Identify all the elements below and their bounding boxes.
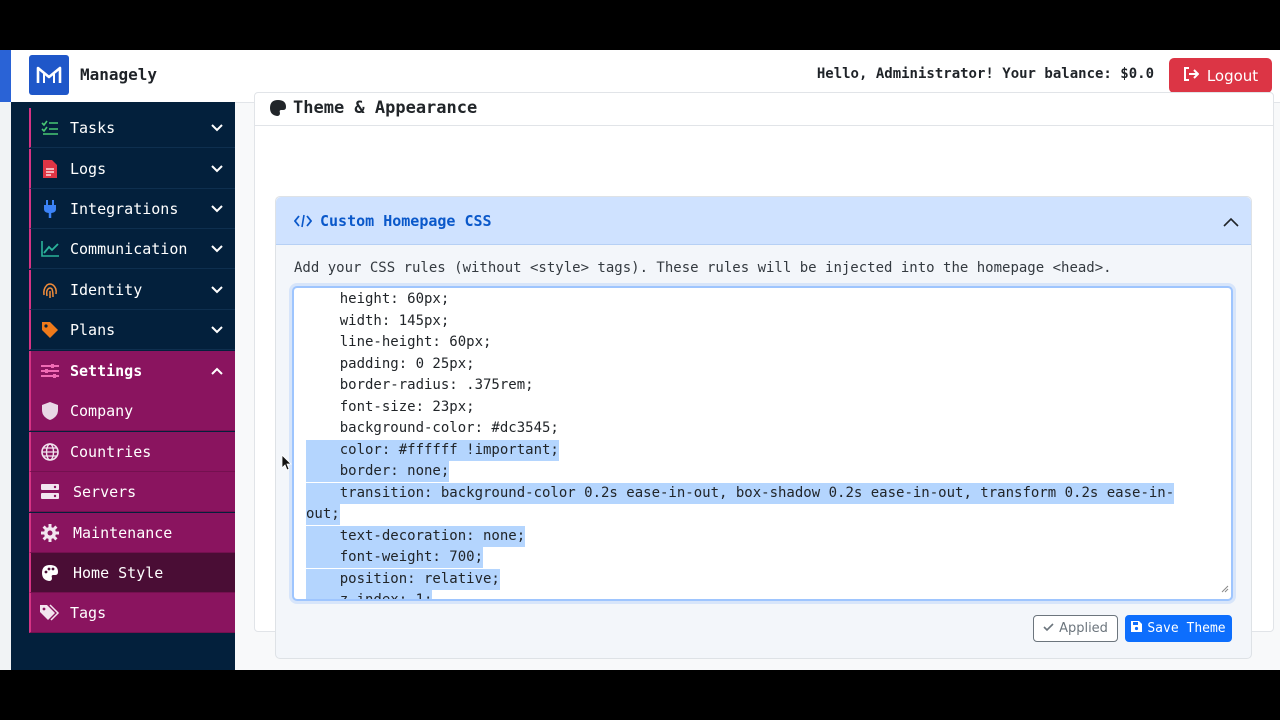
sidebar-subitem-company[interactable]: Company <box>29 391 235 431</box>
code-icon <box>294 214 312 228</box>
applied-label: Applied <box>1059 621 1108 636</box>
sidebar-item-identity[interactable]: Identity <box>29 270 235 310</box>
chevron-up-icon[interactable] <box>1223 212 1239 231</box>
accordion-header[interactable]: Custom Homepage CSS <box>276 197 1251 245</box>
app-screen: Managely Hello, Administrator! Your bala… <box>0 50 1280 670</box>
chevron-down-icon <box>211 325 223 334</box>
applied-button[interactable]: Applied <box>1033 615 1118 642</box>
code-line: padding: 0 25px; <box>306 355 475 372</box>
chevron-down-icon <box>211 204 223 213</box>
code-line-selected: text-decoration: none; <box>306 525 526 547</box>
tag-icon <box>39 319 61 341</box>
sign-out-icon <box>1183 66 1200 85</box>
sidebar-item-tasks[interactable]: Tasks <box>29 108 235 148</box>
sidebar-item-label: Identity <box>70 280 143 299</box>
resize-handle-icon[interactable] <box>1221 578 1229 597</box>
plug-icon <box>39 198 61 220</box>
sidebar-item-label: Integrations <box>70 199 179 218</box>
logout-label: Logout <box>1206 66 1259 85</box>
sidebar-item-integrations[interactable]: Integrations <box>29 189 235 229</box>
code-line-selected: position: relative; <box>306 568 500 590</box>
chevron-down-icon <box>211 123 223 132</box>
code-line-selected: color: #ffffff !important; <box>306 439 559 461</box>
brand-name[interactable]: Managely <box>80 65 157 84</box>
palette-icon <box>39 562 61 584</box>
sidebar-item-label: Countries <box>70 442 152 461</box>
chevron-down-icon <box>211 164 223 173</box>
save-theme-button[interactable]: Save Theme <box>1125 615 1232 642</box>
palette-icon <box>269 99 287 121</box>
sidebar-subitem-tags[interactable]: Tags <box>29 593 235 633</box>
tasks-icon <box>39 117 61 139</box>
mouse-pointer-icon <box>281 454 292 475</box>
sidebar-item-label: Company <box>70 401 134 420</box>
code-line-selected: out; <box>306 504 340 525</box>
accordion-title: Custom Homepage CSS <box>320 211 492 230</box>
code-line: font-size: 23px; <box>306 398 475 415</box>
help-text: Add your CSS rules (without <style> tags… <box>294 260 1112 276</box>
sidebar-subitem-countries[interactable]: Countries <box>29 432 235 472</box>
sidebar-item-logs[interactable]: Logs <box>29 149 235 189</box>
logout-button[interactable]: Logout <box>1169 58 1272 93</box>
sidebar: Tasks Logs Integrations Communication Id… <box>11 102 235 670</box>
sidebar-subitem-home-style[interactable]: Home Style <box>29 553 235 593</box>
sidebar-item-plans[interactable]: Plans <box>29 310 235 350</box>
card-header: Theme & Appearance <box>255 93 1273 126</box>
server-icon <box>39 481 61 503</box>
fingerprint-icon <box>39 279 61 301</box>
css-code-editor[interactable]: height: 60px; width: 145px; line-height:… <box>292 286 1233 601</box>
code-line: line-height: 60px; <box>306 334 492 350</box>
tags-icon <box>39 602 61 624</box>
left-edge <box>0 50 11 670</box>
check-icon <box>1043 621 1054 636</box>
sidebar-subitem-servers[interactable]: Servers <box>29 472 235 512</box>
code-line: background-color: #dc3545; <box>306 420 559 436</box>
file-icon <box>39 158 61 180</box>
user-greeting: Hello, Administrator! Your balance: $0.0 <box>816 66 1154 82</box>
shield-icon <box>39 400 61 422</box>
sidebar-item-label: Home Style <box>73 563 164 582</box>
code-line: height: 60px; <box>306 291 450 307</box>
sidebar-item-label: Tasks <box>70 118 116 137</box>
sidebar-item-label: Maintenance <box>73 523 173 542</box>
sidebar-item-label: Servers <box>73 482 137 501</box>
sidebar-item-communication[interactable]: Communication <box>29 229 235 269</box>
gear-icon <box>39 522 61 544</box>
code-line-selected: font-weight: 700; <box>306 547 484 568</box>
sidebar-item-settings[interactable]: Settings <box>29 351 235 391</box>
sidebar-subitem-maintenance[interactable]: Maintenance <box>29 513 235 553</box>
code-line-selected: z-index: 1; <box>306 590 433 599</box>
sidebar-item-label: Settings <box>70 362 143 380</box>
globe-icon <box>39 441 61 463</box>
code-line-selected: border: none; <box>306 461 450 482</box>
floppy-disk-icon <box>1131 621 1143 636</box>
code-line: border-radius: .375rem; <box>306 377 534 393</box>
code-line-selected: transition: background-color 0.2s ease-i… <box>306 482 1175 504</box>
sidebar-item-label: Tags <box>70 603 107 622</box>
page-title: Theme & Appearance <box>293 98 478 118</box>
sidebar-item-label: Logs <box>70 159 107 178</box>
brand-logo-icon[interactable] <box>29 55 69 95</box>
sliders-icon <box>39 360 61 382</box>
save-theme-label: Save Theme <box>1147 621 1226 636</box>
sidebar-item-label: Plans <box>70 320 116 339</box>
chevron-down-icon <box>211 244 223 253</box>
chevron-down-icon <box>211 285 223 294</box>
chart-line-icon <box>39 238 61 260</box>
code-line: width: 145px; <box>306 312 450 329</box>
chevron-up-icon <box>211 367 223 375</box>
sidebar-item-label: Communication <box>70 239 188 258</box>
